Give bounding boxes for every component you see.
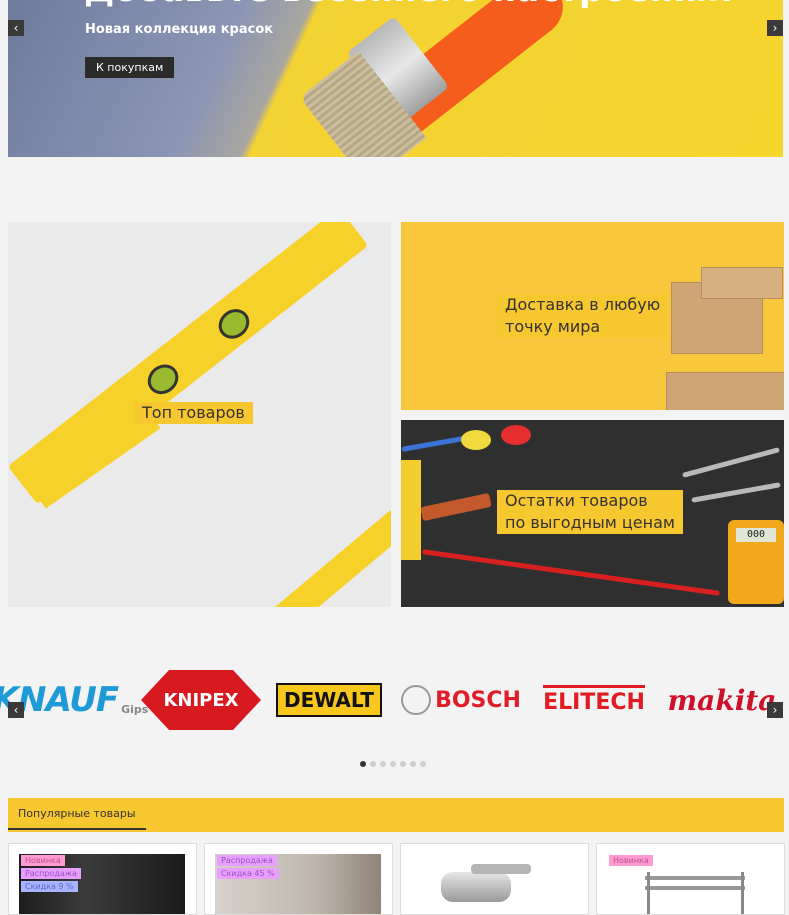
pagination-dot[interactable]	[370, 761, 376, 767]
brand-logo-knauf[interactable]: KNAUF Gips	[0, 660, 148, 740]
banner-stock-line1: Остатки товаров	[505, 491, 648, 510]
product-card[interactable]: Новинка	[596, 843, 785, 915]
pagination-dot[interactable]	[360, 761, 366, 767]
rack-bar-image	[645, 886, 745, 890]
dewalt-logo-text: DEWALT	[276, 683, 382, 717]
banner-delivery-line2: точку мира	[505, 317, 601, 336]
shop-now-button[interactable]: К покупкам	[85, 57, 175, 78]
pagination-dot[interactable]	[390, 761, 396, 767]
product-card[interactable]: Распродажа Скидка 45 %	[204, 843, 393, 915]
brand-logo-dewalt[interactable]: DEWALT	[272, 660, 386, 740]
bosch-logo-text: BOSCH	[435, 687, 521, 713]
hero-slider: Добавьте весеннего настроения! Новая кол…	[8, 0, 783, 157]
terminal-block-image	[420, 492, 492, 522]
knipex-logo-text: KNIPEX	[163, 689, 239, 711]
banner-stock-label: Остатки товаров по выгодным ценам	[497, 490, 683, 534]
rack-bar-image	[645, 876, 745, 880]
multimeter-image: 000	[728, 520, 784, 604]
product-image	[411, 854, 577, 914]
faucet-image	[441, 872, 511, 902]
pagination-dot[interactable]	[420, 761, 426, 767]
tab-popular-products[interactable]: Популярные товары	[8, 798, 146, 830]
spirit-level-image	[8, 222, 369, 505]
level-vial-icon	[141, 358, 185, 401]
cutter-image	[401, 460, 421, 560]
pagination-dot[interactable]	[400, 761, 406, 767]
makita-logo-text: makita	[667, 683, 777, 717]
bosch-logo-icon	[401, 685, 432, 715]
banner-delivery-label: Доставка в любую точку мира	[497, 294, 669, 338]
product-card[interactable]: Новинка Распродажа Скидка 9 %	[8, 843, 197, 915]
popular-products-header: Популярные товары	[8, 798, 784, 832]
hero-title: Добавьте весеннего настроения!	[84, 0, 734, 10]
brand-logo-makita[interactable]: makita	[660, 660, 784, 740]
paint-roller-head-image	[131, 605, 275, 607]
tape-roll-image	[501, 425, 531, 445]
hero-next-arrow-icon[interactable]: ›	[767, 20, 783, 36]
rack-post-image	[741, 872, 744, 914]
carousel-pagination	[360, 761, 426, 767]
badge-new: Новинка	[609, 855, 653, 866]
badge-discount: Скидка 9 %	[21, 881, 78, 892]
rack-post-image	[647, 872, 650, 914]
banner-stock-line2: по выгодным ценам	[505, 513, 675, 532]
level-vial-icon	[212, 303, 256, 345]
pagination-dot[interactable]	[380, 761, 386, 767]
tape-roll-image	[461, 430, 491, 450]
screwdriver-image	[691, 482, 781, 503]
badge-sale: Распродажа	[21, 868, 81, 879]
hero-subtitle: Новая коллекция красок	[85, 22, 274, 37]
faucet-lever-image	[471, 864, 531, 874]
banner-delivery-line1: Доставка в любую	[505, 295, 661, 314]
brand-logo-knipex[interactable]: KNIPEX	[141, 660, 261, 740]
pagination-dot[interactable]	[410, 761, 416, 767]
banner-top-products[interactable]: Топ товаров	[8, 222, 391, 607]
banner-delivery[interactable]: Доставка в любую точку мира	[401, 222, 784, 410]
brands-prev-arrow-icon[interactable]: ‹	[8, 702, 24, 718]
badge-sale: Распродажа	[217, 855, 277, 866]
brand-logo-elitech[interactable]: ELITECH	[539, 660, 649, 740]
paint-roller-handle-image	[174, 498, 391, 607]
wire-image	[422, 549, 720, 596]
banner-top-products-label: Топ товаров	[134, 402, 253, 424]
badge-new: Новинка	[21, 855, 65, 866]
banner-stock[interactable]: 000 Остатки товаров по выгодным ценам	[401, 420, 784, 607]
brand-carousel: KNAUF Gips KNIPEX DEWALT BOSCH ELITECH m…	[0, 660, 784, 740]
box-image	[666, 372, 784, 410]
elitech-logo-text: ELITECH	[543, 685, 645, 715]
brand-logo-bosch[interactable]: BOSCH	[400, 660, 522, 740]
hero-prev-arrow-icon[interactable]: ‹	[8, 20, 24, 36]
brands-next-arrow-icon[interactable]: ›	[767, 702, 783, 718]
badge-discount: Скидка 45 %	[217, 868, 279, 879]
product-card[interactable]	[400, 843, 589, 915]
box-flap-image	[701, 267, 783, 299]
multimeter-display: 000	[736, 528, 776, 542]
screwdriver-image	[682, 447, 780, 478]
